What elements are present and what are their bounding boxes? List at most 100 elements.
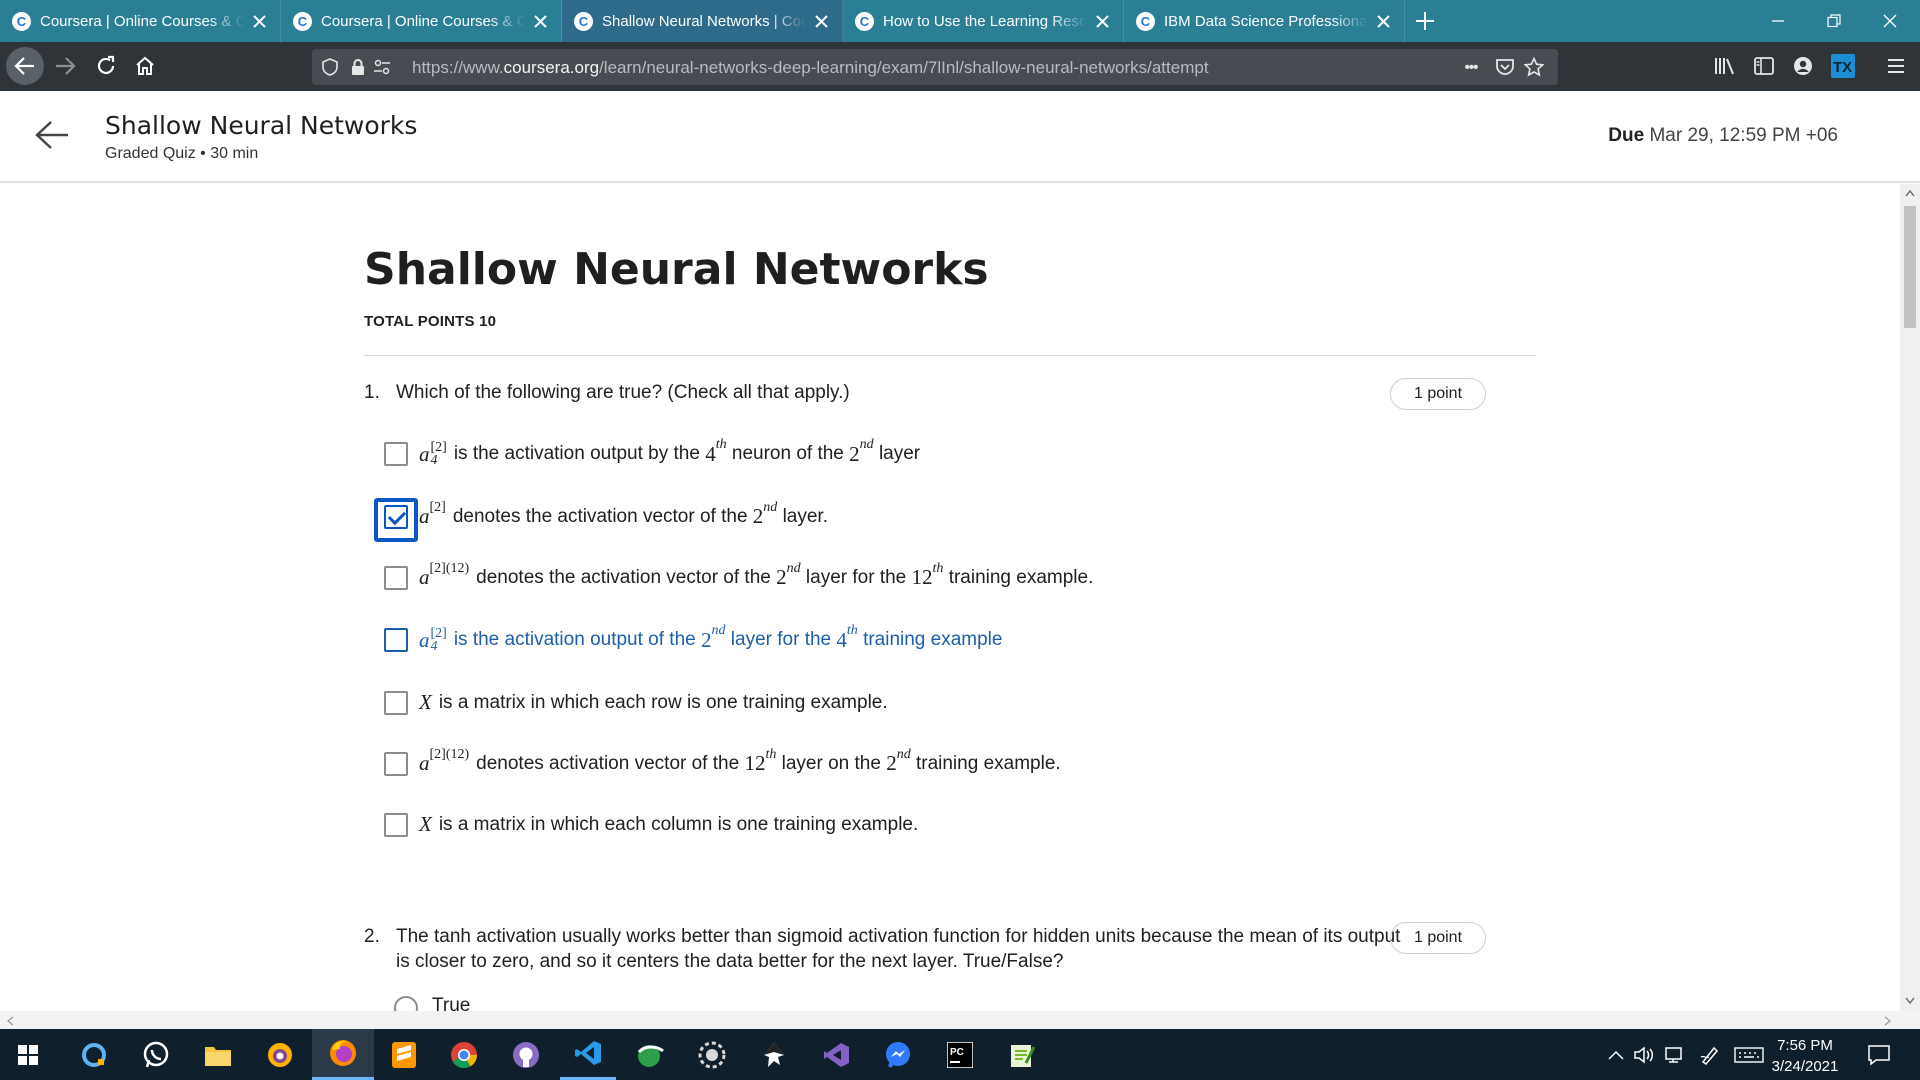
math-ordinal: nd <box>786 560 801 576</box>
checkbox[interactable] <box>384 751 408 776</box>
checkbox[interactable] <box>384 628 408 652</box>
tab-close-icon[interactable] <box>1093 12 1111 30</box>
option-5[interactable]: X is a matrix in which each row is one t… <box>384 690 888 715</box>
due-value: Mar 29, 12:59 PM +06 <box>1649 125 1838 146</box>
sublime-icon <box>392 1041 416 1068</box>
quiz-content: Shallow Neural Networks TOTAL POINTS 10 … <box>0 184 1900 1011</box>
volume-icon[interactable] <box>1632 1043 1656 1067</box>
lock-icon[interactable] <box>348 57 368 77</box>
windows-start-button[interactable] <box>0 1029 56 1080</box>
sublime-text-app[interactable] <box>376 1029 432 1080</box>
pycharm-app[interactable]: PC <box>932 1029 988 1080</box>
option-6[interactable]: a [2](12) denotes activation vector of th… <box>384 747 1061 776</box>
math-superscript: [2] <box>429 499 446 515</box>
browser-tab-1[interactable]: C Coursera | Online Courses & Credential… <box>0 0 281 42</box>
pen-workspace-icon[interactable] <box>1698 1043 1722 1067</box>
messenger-icon <box>886 1041 910 1068</box>
option-text: denotes activation vector of the <box>476 752 740 774</box>
tab-close-icon[interactable] <box>250 12 268 30</box>
browser-tab-5[interactable]: C IBM Data Science Professional Certific… <box>1124 0 1405 42</box>
vscode-app[interactable] <box>560 1029 616 1080</box>
radio-button[interactable] <box>394 996 418 1011</box>
forward-button[interactable] <box>46 47 84 85</box>
option-text: layer on the <box>781 752 881 774</box>
scrollbar-thumb[interactable] <box>1904 206 1916 328</box>
horizontal-scrollbar[interactable] <box>0 1011 1920 1029</box>
due-date: Due Mar 29, 12:59 PM +06 <box>1608 125 1838 147</box>
back-to-course-button[interactable] <box>30 113 74 157</box>
scroll-down-icon[interactable] <box>1905 997 1915 1005</box>
tab-title: Coursera | Online Courses & Credentials … <box>40 12 244 30</box>
system-clock[interactable]: 7:56 PM 3/24/2021 <box>1760 1035 1850 1077</box>
page-actions-icon[interactable]: ••• <box>1458 57 1484 77</box>
minimize-window-button[interactable] <box>1750 0 1806 42</box>
restore-window-button[interactable] <box>1806 0 1862 42</box>
close-window-button[interactable] <box>1862 0 1918 42</box>
option-4[interactable]: a [2] 4 is the activation output of the 2n… <box>384 623 1003 654</box>
messenger-app[interactable] <box>870 1029 926 1080</box>
shield-icon[interactable] <box>320 57 340 77</box>
github-desktop-app[interactable] <box>498 1029 554 1080</box>
tab-close-icon[interactable] <box>531 12 549 30</box>
browser-tab-4[interactable]: C How to Use the Learning Resources <box>843 0 1124 42</box>
math-superscript: [2](12) <box>429 746 470 762</box>
arrow-right-icon <box>56 57 76 75</box>
notifications-icon[interactable] <box>1866 1043 1892 1067</box>
pocket-icon[interactable] <box>1495 57 1515 77</box>
checkbox-checked[interactable] <box>384 504 408 529</box>
tab-close-icon[interactable] <box>812 12 830 30</box>
math-ordinal: nd <box>859 437 874 452</box>
option-text: is the activation output by the <box>453 443 700 464</box>
option-7[interactable]: X is a matrix in which each column is on… <box>384 812 918 837</box>
address-bar[interactable]: https://www.coursera.org/learn/neural-ne… <box>312 49 1558 85</box>
math-number: 2 <box>701 627 712 652</box>
scroll-left-icon[interactable] <box>6 1016 14 1026</box>
scroll-right-icon[interactable] <box>1884 1016 1892 1026</box>
permissions-icon[interactable] <box>372 57 392 77</box>
option-2[interactable]: a [2] denotes the activation vector of th… <box>384 500 828 529</box>
visual-studio-app[interactable] <box>808 1029 864 1080</box>
back-button[interactable] <box>6 47 44 85</box>
checkbox[interactable] <box>384 442 408 466</box>
network-icon[interactable] <box>1662 1043 1686 1067</box>
library-icon[interactable] <box>1713 54 1737 78</box>
inkscape-app[interactable] <box>746 1029 802 1080</box>
browser-tab-2[interactable]: C Coursera | Online Courses & Credential… <box>281 0 562 42</box>
restore-icon <box>1827 14 1841 28</box>
notepad-plus-plus-app[interactable] <box>994 1029 1050 1080</box>
firefox-app[interactable] <box>312 1029 374 1080</box>
anaconda-app[interactable] <box>684 1029 740 1080</box>
option-3[interactable]: a [2](12) denotes the activation vector o… <box>384 561 1093 590</box>
math-ordinal: th <box>715 437 727 452</box>
checkbox[interactable] <box>384 565 408 590</box>
math-number: 2 <box>886 751 897 775</box>
scroll-up-icon[interactable] <box>1905 189 1915 197</box>
url-text[interactable]: https://www.coursera.org/learn/neural-ne… <box>412 58 1209 78</box>
extension-tx-icon[interactable]: TX <box>1831 54 1855 78</box>
hamburger-menu-icon[interactable] <box>1884 54 1908 78</box>
vertical-scrollbar[interactable] <box>1900 184 1920 1011</box>
file-explorer-app[interactable] <box>190 1029 246 1080</box>
cortana-button[interactable] <box>66 1029 122 1080</box>
home-button[interactable] <box>126 47 164 85</box>
option-text: training example. <box>915 752 1061 774</box>
chrome-app[interactable] <box>436 1029 492 1080</box>
tor-browser-app[interactable] <box>252 1029 308 1080</box>
cleanmaster-app[interactable] <box>622 1029 678 1080</box>
sidebar-icon[interactable] <box>1752 54 1776 78</box>
account-icon[interactable] <box>1791 54 1815 78</box>
browser-tab-3-active[interactable]: C Shallow Neural Networks | Coursera <box>562 0 843 42</box>
math-number: 12 <box>744 751 766 775</box>
option-1[interactable]: a [2] 4 is the activation output by the 4t… <box>384 437 920 468</box>
checkbox[interactable] <box>384 812 408 837</box>
tab-close-icon[interactable] <box>1374 12 1392 30</box>
new-tab-button[interactable] <box>1405 0 1445 42</box>
reload-button[interactable] <box>87 47 125 85</box>
whatsapp-app[interactable] <box>128 1029 184 1080</box>
checkbox[interactable] <box>384 690 408 715</box>
question-text-line: is closer to zero, and so it centers the… <box>396 951 1064 972</box>
bookmark-star-icon[interactable] <box>1524 57 1544 77</box>
url-prefix: https://www. <box>412 58 504 77</box>
option-text: training example <box>863 629 1003 650</box>
show-hidden-icons-chevron-icon[interactable] <box>1604 1043 1628 1067</box>
